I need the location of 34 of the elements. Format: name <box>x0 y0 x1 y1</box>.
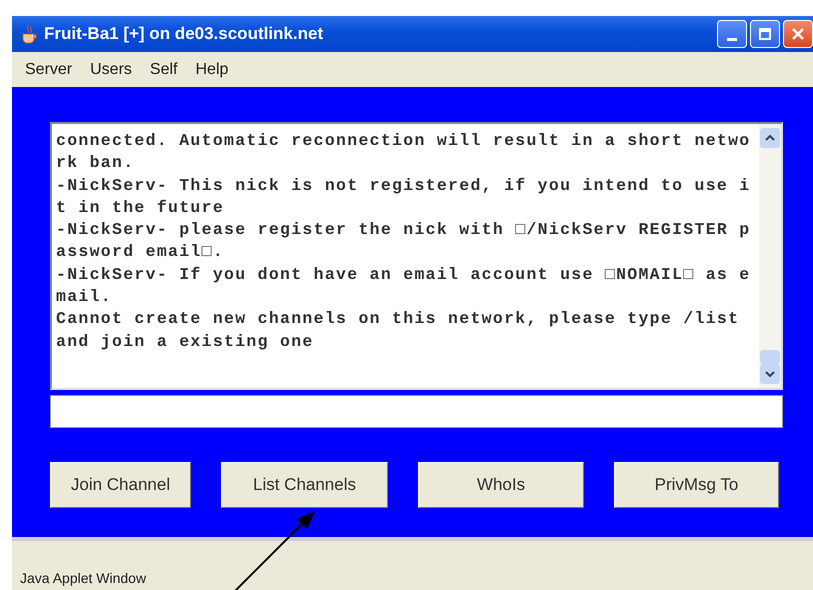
action-button[interactable]: WhoIs <box>418 462 584 508</box>
action-button[interactable]: Join Channel <box>50 462 191 508</box>
menu-item[interactable]: Users <box>90 60 132 78</box>
maximize-button[interactable] <box>750 20 780 48</box>
log-line: connected. Automatic reconnection will result in a short netwo <box>56 130 752 152</box>
scrollbar[interactable] <box>759 124 781 388</box>
scroll-down-button[interactable] <box>760 364 780 384</box>
maximize-icon <box>758 27 772 41</box>
log-line: -NickServ- If you dont have an email account use □NOMAIL□ as e <box>56 264 752 286</box>
minimize-button[interactable] <box>717 20 747 48</box>
log-line: -NickServ- please register the nick with □/NickServ REGISTER p <box>56 219 752 242</box>
log-line: -NickServ- This nick is not registered, if you intend to use i <box>56 174 752 197</box>
log-line: assword email□. <box>56 241 226 264</box>
scroll-up-button[interactable] <box>760 128 780 148</box>
action-button[interactable]: List Channels <box>221 462 388 508</box>
close-icon <box>791 27 805 41</box>
java-cup-icon <box>20 24 38 44</box>
message-input-field[interactable] <box>50 395 783 428</box>
minimize-icon <box>727 38 737 40</box>
log-line: and join a existing one <box>56 330 315 353</box>
log-line: t in the future <box>56 196 226 219</box>
action-button[interactable]: PrivMsg To <box>614 462 779 508</box>
log-line: Cannot create new channels on this network, please type /list <box>56 308 740 330</box>
chevron-down-icon <box>765 370 775 378</box>
status-text: Java Applet Window <box>20 570 146 586</box>
chevron-up-icon <box>765 134 775 142</box>
log-line: mail. <box>56 286 114 308</box>
menu-item[interactable]: Self <box>150 60 178 78</box>
scroll-thumb[interactable] <box>760 350 780 364</box>
window-title: Fruit-Ba1 [+] on de03.scoutlink.net <box>44 24 324 44</box>
menu-item[interactable]: Help <box>195 60 228 78</box>
menu-item[interactable]: Server <box>25 60 72 78</box>
log-line: rk ban. <box>56 152 136 174</box>
close-button[interactable] <box>783 20 813 48</box>
